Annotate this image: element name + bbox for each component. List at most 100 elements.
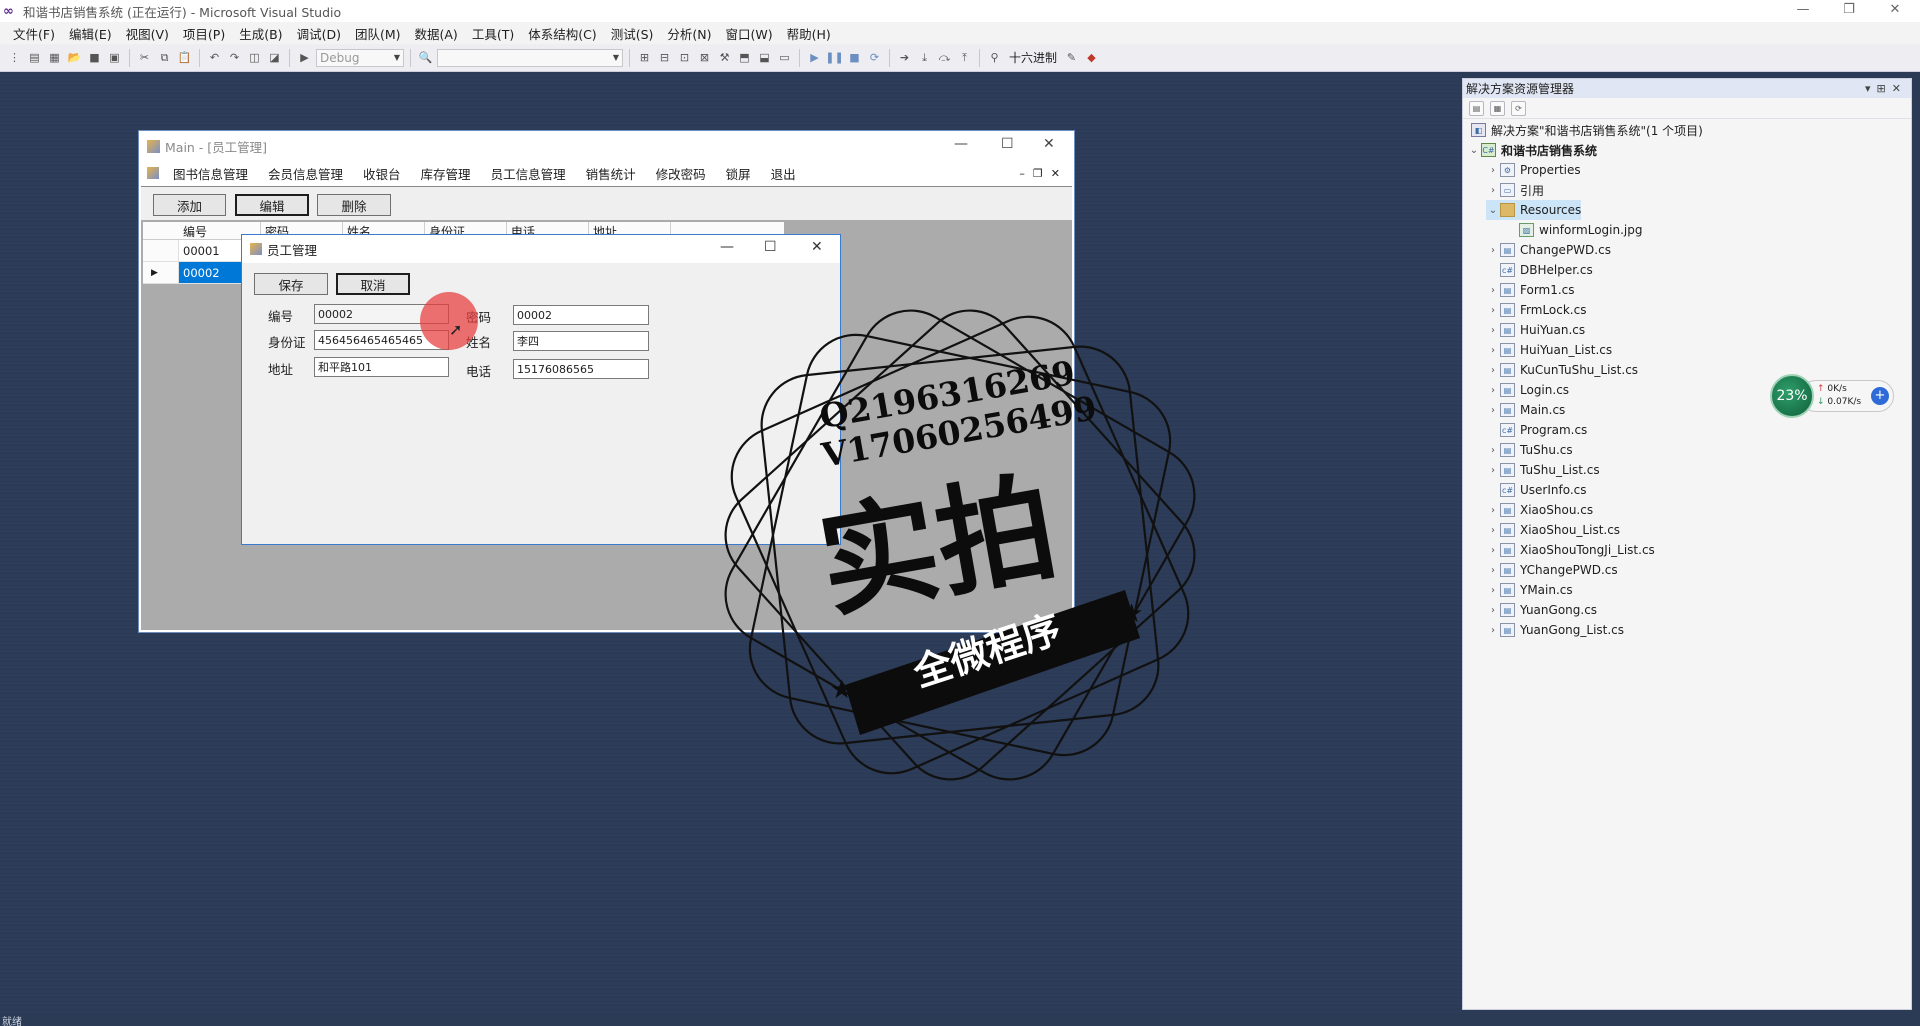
- tree-item[interactable]: › ▤ ChangePWD.cs: [1486, 240, 1611, 260]
- vs-menu-item[interactable]: 编辑(E): [62, 24, 119, 43]
- pause-icon[interactable]: ❚❚: [825, 49, 843, 66]
- solution-explorer-icon[interactable]: ⊞: [636, 49, 653, 66]
- edit-button[interactable]: 编辑: [235, 194, 309, 216]
- panel-pin-close-icon[interactable]: ▾⊞✕: [1865, 82, 1911, 95]
- phone-field[interactable]: 15176086565: [513, 359, 649, 379]
- chevron-right-icon[interactable]: ›: [1486, 505, 1500, 516]
- tools-icon[interactable]: ⚒: [716, 49, 733, 66]
- tree-item[interactable]: › ▤ XiaoShouTongJi_List.cs: [1486, 540, 1655, 560]
- main-menu-item[interactable]: 员工信息管理: [481, 164, 576, 183]
- chevron-right-icon[interactable]: ›: [1486, 405, 1500, 416]
- add-item-icon[interactable]: ▦: [46, 49, 63, 66]
- solution-config-select[interactable]: Debug ▼: [316, 48, 404, 67]
- vs-menu-item[interactable]: 帮助(H): [780, 24, 838, 43]
- open-file-icon[interactable]: 📂: [66, 49, 83, 66]
- show-next-statement-icon[interactable]: ➔: [896, 49, 913, 66]
- main-menu-item[interactable]: 退出: [761, 164, 806, 183]
- vs-menu-item[interactable]: 测试(S): [604, 24, 661, 43]
- main-menu-item[interactable]: 销售统计: [576, 164, 646, 183]
- chevron-right-icon[interactable]: ›: [1486, 625, 1500, 636]
- close-icon[interactable]: ✕: [811, 239, 823, 255]
- show-all-files-icon[interactable]: ▦: [1490, 100, 1505, 116]
- tree-item[interactable]: › ▤ KuCunTuShu_List.cs: [1486, 360, 1638, 380]
- grid-row-header[interactable]: ▶: [143, 262, 179, 284]
- refresh-icon[interactable]: ⟳: [1511, 100, 1526, 116]
- vs-menu-item[interactable]: 团队(M): [348, 24, 408, 43]
- main-menu-item[interactable]: 收银台: [353, 164, 411, 183]
- minimize-icon[interactable]: —: [954, 136, 968, 152]
- exception-icon[interactable]: ◆: [1083, 49, 1100, 66]
- tree-item[interactable]: › ▤ YChangePWD.cs: [1486, 560, 1618, 580]
- continue-icon[interactable]: ▶: [806, 49, 823, 66]
- plus-icon[interactable]: +: [1871, 387, 1889, 405]
- start-debug-icon[interactable]: ▶: [296, 49, 313, 66]
- copy-icon[interactable]: ⧉: [156, 49, 173, 66]
- grid-row-header[interactable]: [143, 240, 179, 262]
- tree-item[interactable]: › ▤ XiaoShou_List.cs: [1486, 520, 1620, 540]
- maximize-icon[interactable]: ☐: [764, 239, 777, 255]
- chevron-right-icon[interactable]: ›: [1486, 345, 1500, 356]
- tree-item[interactable]: c# DBHelper.cs: [1486, 260, 1593, 280]
- tree-item[interactable]: › ▤ HuiYuan_List.cs: [1486, 340, 1612, 360]
- vs-menu-item[interactable]: 体系结构(C): [521, 24, 603, 43]
- toolbox-icon[interactable]: ⊠: [696, 49, 713, 66]
- new-project-icon[interactable]: ▤: [26, 49, 43, 66]
- cut-icon[interactable]: ✂: [136, 49, 153, 66]
- vs-menu-item[interactable]: 文件(F): [6, 24, 62, 43]
- main-menu-item[interactable]: 库存管理: [411, 164, 481, 183]
- redo-icon[interactable]: ↷: [226, 49, 243, 66]
- extension-manager-icon[interactable]: ⬓: [756, 49, 773, 66]
- step-into-icon[interactable]: ⤓: [916, 49, 933, 66]
- chevron-right-icon[interactable]: ›: [1486, 365, 1500, 376]
- maximize-icon[interactable]: ☐: [1001, 136, 1014, 152]
- properties-icon[interactable]: ▤: [1469, 100, 1484, 116]
- main-menu-item[interactable]: 会员信息管理: [258, 164, 353, 183]
- tree-item[interactable]: › ▤ YMain.cs: [1486, 580, 1573, 600]
- tree-item[interactable]: › ▤ TuShu.cs: [1486, 440, 1573, 460]
- tree-item-project[interactable]: ⌄ C# 和谐书店销售系统: [1467, 140, 1597, 160]
- chevron-right-icon[interactable]: ›: [1486, 445, 1500, 456]
- tree-item[interactable]: › ▤ TuShu_List.cs: [1486, 460, 1600, 480]
- chevron-right-icon[interactable]: ›: [1486, 465, 1500, 476]
- delete-button[interactable]: 删除: [317, 194, 391, 216]
- tree-item-solution[interactable]: ◧ 解决方案"和谐书店销售系统"(1 个项目): [1471, 120, 1703, 140]
- save-all-icon[interactable]: ▣: [106, 49, 123, 66]
- minimize-icon[interactable]: —: [1780, 0, 1826, 22]
- start-page-icon[interactable]: ⬒: [736, 49, 753, 66]
- tree-item[interactable]: › ▤ YuanGong.cs: [1486, 600, 1597, 620]
- chevron-right-icon[interactable]: ›: [1486, 605, 1500, 616]
- tree-item[interactable]: › ▤ XiaoShou.cs: [1486, 500, 1593, 520]
- step-over-icon[interactable]: ⤼: [936, 49, 953, 66]
- name-field[interactable]: 李四: [513, 331, 649, 351]
- add-button[interactable]: 添加: [153, 194, 226, 216]
- vs-menu-item[interactable]: 分析(N): [660, 24, 718, 43]
- mdi-window-controls[interactable]: –❐✕: [1019, 167, 1068, 180]
- network-speed-widget[interactable]: ↑ 0K/s ↓ 0.07K/s + 23%: [1770, 374, 1894, 418]
- undo-icon[interactable]: ↶: [206, 49, 223, 66]
- stop-icon[interactable]: ■: [846, 49, 863, 66]
- chevron-down-icon[interactable]: ⌄: [1467, 145, 1481, 156]
- chevron-down-icon[interactable]: ⌄: [1486, 205, 1500, 216]
- step-out-icon[interactable]: ⤒: [956, 49, 973, 66]
- vs-menu-item[interactable]: 工具(T): [465, 24, 521, 43]
- tree-item[interactable]: › ⚙ Properties: [1486, 160, 1581, 180]
- vs-menu-item[interactable]: 窗口(W): [719, 24, 780, 43]
- paste-icon[interactable]: 📋: [176, 49, 193, 66]
- vs-menu-item[interactable]: 数据(A): [408, 24, 465, 43]
- password-field[interactable]: 00002: [513, 305, 649, 325]
- properties-window-icon[interactable]: ⊟: [656, 49, 673, 66]
- tree-item[interactable]: c# Program.cs: [1486, 420, 1587, 440]
- tree-item[interactable]: › ▤ FrmLock.cs: [1486, 300, 1586, 320]
- tree-item[interactable]: c# UserInfo.cs: [1486, 480, 1587, 500]
- chevron-right-icon[interactable]: ›: [1486, 585, 1500, 596]
- minimize-icon[interactable]: —: [720, 239, 734, 255]
- chevron-right-icon[interactable]: ›: [1486, 325, 1500, 336]
- chevron-right-icon[interactable]: ›: [1486, 385, 1500, 396]
- command-window-icon[interactable]: ▭: [776, 49, 793, 66]
- vs-menu-item[interactable]: 生成(B): [232, 24, 289, 43]
- address-field[interactable]: 和平路101: [314, 357, 449, 377]
- object-browser-icon[interactable]: ⊡: [676, 49, 693, 66]
- restart-icon[interactable]: ⟳: [866, 49, 883, 66]
- tree-item[interactable]: ▨ winformLogin.jpg: [1505, 220, 1643, 240]
- find-combo[interactable]: ▼: [437, 48, 623, 67]
